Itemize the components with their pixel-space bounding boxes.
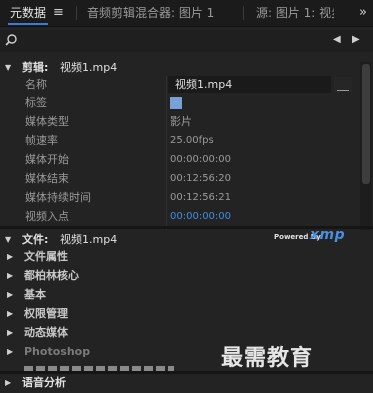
panel-menu-icon[interactable]: ≡ (53, 0, 64, 26)
panel-tab-bar: 元数据 ≡ 音频剪辑混合器: 图片 1 源: 图片 1: 视步 » (0, 0, 373, 27)
metadata-row-media-type: 媒体类型 影片 (0, 113, 358, 131)
tab-separator (76, 6, 77, 20)
file-section-label: 文件: (22, 233, 49, 246)
tab-audio-clip-mixer[interactable]: 音频剪辑混合器: 图片 1 (87, 0, 230, 26)
name-field[interactable]: 视频1.mp4 (175, 76, 232, 93)
watermark-text: 最需教育 (221, 346, 314, 371)
collapsed-triangle-icon[interactable]: ▶ (7, 324, 13, 342)
search-icon[interactable] (4, 33, 18, 50)
collapsed-triangle-icon[interactable]: ▶ (7, 286, 13, 304)
clip-section-value: 视频1.mp4 (60, 61, 118, 74)
row-key: 帧速率 (25, 134, 58, 147)
xmp-logo: xmp (310, 227, 346, 243)
collapsed-triangle-icon[interactable]: ▶ (7, 267, 13, 285)
subsection-label: 动态媒体 (24, 326, 68, 339)
row-key: 媒体结束 (25, 172, 69, 185)
row-key: 媒体开始 (25, 153, 69, 166)
speech-analysis-header[interactable]: ▶ 语音分析 (0, 374, 373, 392)
speech-analysis-label: 语音分析 (22, 376, 66, 389)
expand-triangle-icon[interactable]: ▼ (5, 231, 11, 249)
previous-icon[interactable]: ◀ (333, 34, 341, 45)
metadata-row-media-start: 媒体开始 00:00:00:00 (0, 151, 358, 169)
subsection-label: Photoshop (24, 345, 91, 358)
tab-overflow-icon[interactable]: » (359, 0, 367, 26)
collapsed-triangle-icon[interactable]: ▶ (7, 305, 13, 323)
metadata-row-media-end: 媒体结束 00:12:56:20 (0, 170, 358, 188)
row-value: 影片 (170, 115, 192, 128)
row-value: 25.00fps (170, 135, 214, 146)
subsection-rights-management[interactable]: ▶ 权限管理 (0, 305, 360, 323)
metadata-row-video-in: 视频入点 00:00:00:00 (0, 208, 358, 222)
row-key: 媒体持续时间 (25, 191, 91, 204)
subsection-label: 基本 (24, 288, 46, 301)
subsection-label: 文件属性 (24, 250, 68, 263)
metadata-row-media-duration: 媒体持续时间 00:12:56:21 (0, 189, 358, 207)
tab-source[interactable]: 源: 图片 1: 视步 (256, 0, 334, 26)
collapsed-triangle-icon[interactable]: ▶ (7, 343, 13, 361)
active-tab-indicator (8, 23, 48, 25)
clip-section-label: 剪辑: (22, 61, 49, 74)
next-icon[interactable]: ▶ (352, 34, 360, 45)
row-value-link[interactable]: 00:00:00:00 (170, 208, 231, 222)
expand-triangle-icon[interactable]: ▼ (5, 59, 11, 77)
subsection-dublin-core[interactable]: ▶ 都柏林核心 (0, 267, 360, 285)
search-bar[interactable] (0, 30, 373, 52)
subsection-file-properties[interactable]: ▶ 文件属性 (0, 248, 360, 266)
collapsed-triangle-icon[interactable]: ▶ (5, 374, 11, 392)
metadata-row-frame-rate: 帧速率 25.00fps (0, 132, 358, 150)
collapsed-triangle-icon[interactable]: ▶ (7, 248, 13, 266)
subsection-label: 权限管理 (24, 307, 68, 320)
row-value: 00:12:56:21 (170, 192, 232, 203)
row-key: 视频入点 (25, 210, 69, 222)
row-key: 媒体类型 (25, 115, 69, 128)
tab-separator (243, 6, 244, 20)
subsection-label: 都柏林核心 (24, 269, 79, 282)
row-key: 标签 (25, 96, 47, 109)
metadata-row-label: 标签 (0, 94, 358, 112)
clip-section-header[interactable]: ▼ 剪辑: 视频1.mp4 (0, 59, 373, 77)
file-section-value: 视频1.mp4 (60, 233, 118, 246)
subsection-basic[interactable]: ▶ 基本 (0, 286, 360, 304)
clip-scrollbar-thumb[interactable] (362, 64, 370, 184)
row-value: 00:00:00:00 (170, 154, 232, 165)
row-value: 00:12:56:20 (170, 173, 232, 184)
row-key: 名称 (25, 78, 47, 91)
